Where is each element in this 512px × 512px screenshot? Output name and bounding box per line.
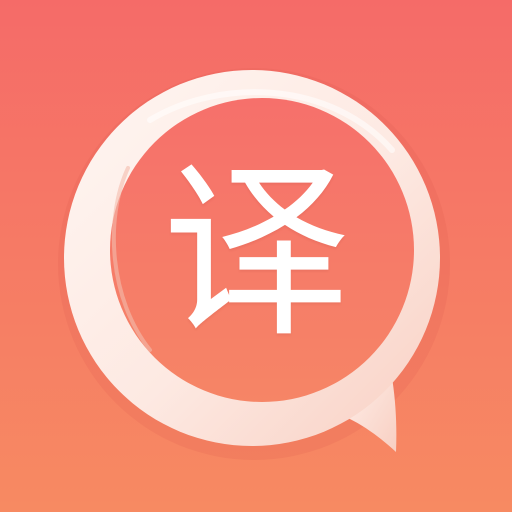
translate-glyph: 译 [162,144,350,363]
translator-app-icon[interactable]: 译 [0,0,512,512]
